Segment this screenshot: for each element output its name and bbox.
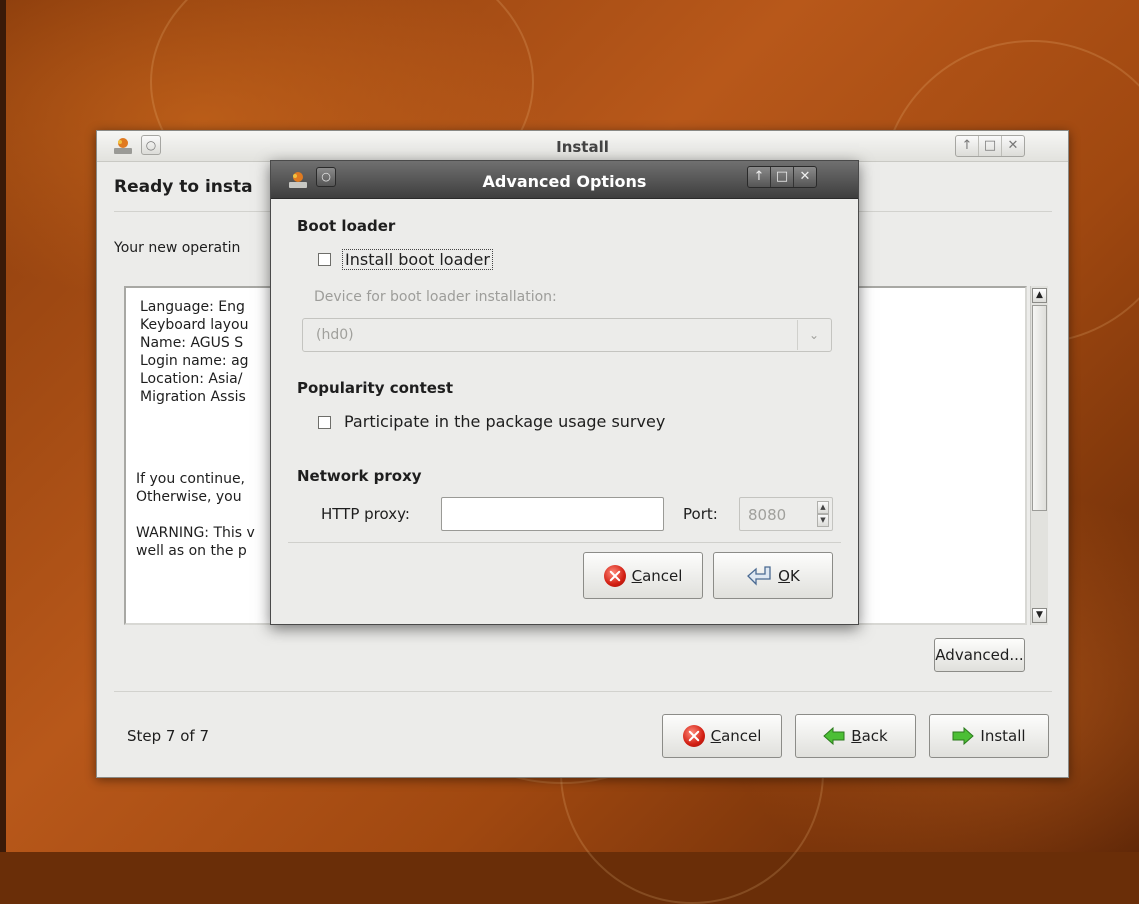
- install-titlebar[interactable]: ○ Install ↑ □ ✕: [97, 131, 1068, 162]
- install-button-label: Install: [980, 727, 1026, 745]
- advanced-button-label: Advanced...: [935, 646, 1024, 664]
- back-arrow-icon: [823, 726, 845, 746]
- back-button-label: Back: [851, 727, 888, 745]
- dialog-cancel-button[interactable]: Cancel: [583, 552, 703, 599]
- cancel-button-label: Cancel: [710, 727, 762, 745]
- port-label: Port:: [683, 505, 718, 523]
- restore-icon[interactable]: □: [979, 136, 1002, 156]
- dialog-ok-label: OK: [778, 566, 800, 585]
- advanced-options-dialog: ○ Advanced Options ↑ □ ✕ Boot loader Ins…: [270, 160, 859, 625]
- scroll-up-icon[interactable]: ▲: [1032, 288, 1047, 303]
- dialog-window-controls: ↑ □ ✕: [747, 166, 817, 188]
- popularity-contest-heading: Popularity contest: [297, 379, 454, 397]
- package-survey-label[interactable]: Participate in the package usage survey: [344, 412, 665, 431]
- step-indicator: Step 7 of 7: [127, 727, 210, 745]
- page-heading: Ready to insta: [114, 177, 253, 197]
- install-boot-loader-label[interactable]: Install boot loader: [342, 249, 493, 270]
- chevron-down-icon[interactable]: ⌄: [797, 320, 830, 350]
- boot-device-combo[interactable]: (hd0) ⌄: [302, 318, 832, 352]
- back-button[interactable]: Back: [795, 714, 916, 758]
- cancel-icon: [603, 564, 626, 587]
- port-spin-button[interactable]: 8080 ▲ ▼: [739, 497, 833, 531]
- divider: [114, 691, 1052, 692]
- forward-arrow-icon: [952, 726, 975, 746]
- dialog-cancel-label: Cancel: [631, 566, 683, 585]
- boot-loader-heading: Boot loader: [297, 217, 396, 235]
- boot-device-value: (hd0): [316, 327, 354, 343]
- restore-icon[interactable]: □: [771, 167, 794, 187]
- advanced-button[interactable]: Advanced...: [934, 638, 1025, 672]
- spin-down-icon[interactable]: ▼: [817, 514, 829, 527]
- enter-icon: [747, 565, 771, 586]
- cancel-icon: [682, 725, 705, 747]
- install-button[interactable]: Install: [929, 714, 1049, 758]
- dialog-ok-button[interactable]: OK: [713, 552, 833, 599]
- screen-edge: [0, 0, 6, 852]
- scrollbar-thumb[interactable]: [1032, 305, 1047, 511]
- install-boot-loader-checkbox[interactable]: [318, 253, 331, 266]
- divider: [288, 542, 841, 543]
- close-icon[interactable]: ✕: [1002, 136, 1024, 156]
- cancel-button[interactable]: Cancel: [662, 714, 782, 758]
- package-survey-checkbox[interactable]: [318, 416, 331, 429]
- summary-scrollbar[interactable]: ▲ ▼: [1030, 286, 1048, 625]
- http-proxy-input[interactable]: [441, 497, 664, 531]
- spin-up-icon[interactable]: ▲: [817, 501, 829, 514]
- device-label: Device for boot loader installation:: [314, 289, 557, 305]
- maximize-up-icon[interactable]: ↑: [748, 167, 771, 187]
- intro-text: Your new operatin: [114, 240, 241, 256]
- close-icon[interactable]: ✕: [794, 167, 816, 187]
- http-proxy-label: HTTP proxy:: [321, 505, 410, 523]
- dialog-titlebar[interactable]: ○ Advanced Options ↑ □ ✕: [271, 161, 858, 199]
- network-proxy-heading: Network proxy: [297, 467, 422, 485]
- scroll-down-icon[interactable]: ▼: [1032, 608, 1047, 623]
- port-value: 8080: [748, 506, 787, 524]
- maximize-up-icon[interactable]: ↑: [956, 136, 979, 156]
- install-window-title: Install: [556, 138, 609, 156]
- window-controls: ↑ □ ✕: [955, 135, 1025, 157]
